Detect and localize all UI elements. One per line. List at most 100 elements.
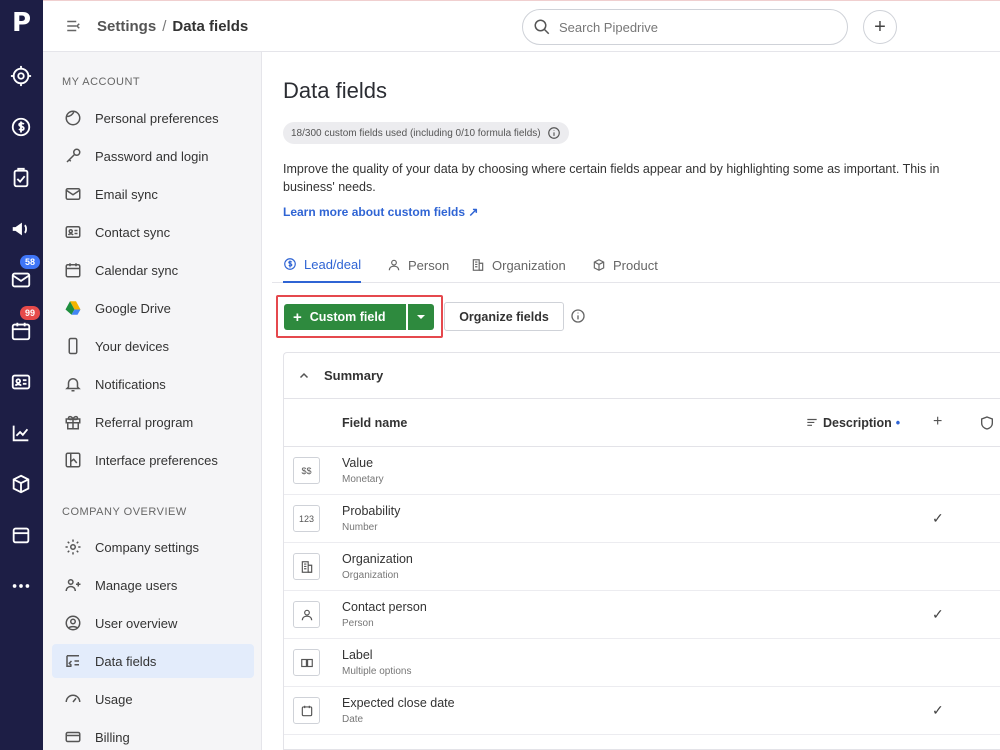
layout-icon [63, 450, 83, 470]
sidebar-item-user-overview[interactable]: User overview [52, 606, 254, 640]
field-type: Multiple options [342, 666, 412, 677]
calendar-badge: 99 [20, 306, 40, 320]
mail-icon[interactable] [7, 266, 35, 294]
button-label: Custom field [309, 310, 386, 324]
sidebar-item-label: Contact sync [95, 224, 171, 240]
sidebar-item-label: Manage users [95, 577, 178, 593]
phone-icon [63, 336, 83, 356]
sidebar-item-label: Google Drive [95, 300, 171, 316]
mail-badge: 58 [20, 255, 40, 269]
breadcrumb: Settings / Data fields [65, 17, 248, 35]
info-icon[interactable] [570, 308, 586, 324]
sidebar-item-company-settings[interactable]: Company settings [52, 530, 254, 564]
chart-icon[interactable] [7, 419, 35, 447]
add-custom-field-button[interactable]: + Custom field [284, 304, 406, 330]
page-title: Data fields [283, 78, 387, 103]
tab-label: Lead/deal [304, 256, 362, 272]
tab-person[interactable]: Person [387, 247, 449, 283]
quick-add-button[interactable]: + [863, 10, 897, 44]
tab-organization[interactable]: Organization [471, 247, 566, 283]
face-icon [63, 108, 83, 128]
table-row[interactable]: Contact person Person ✓ [284, 591, 1000, 639]
summary-section-header[interactable]: Summary [284, 353, 1000, 399]
table-row[interactable]: 123 Probability Number ✓ [284, 495, 1000, 543]
sidebar-item-billing[interactable]: Billing [52, 720, 254, 750]
contact-card-icon [63, 222, 83, 242]
column-field-name[interactable]: Field name [342, 416, 407, 430]
more-icon[interactable] [7, 572, 35, 600]
user-circle-icon [63, 613, 83, 633]
sidebar-item-label: Your devices [95, 338, 169, 354]
text-lines-icon [807, 418, 817, 426]
megaphone-icon[interactable] [7, 215, 35, 243]
section-title: Summary [324, 368, 384, 383]
my-account-title: MY ACCOUNT [62, 76, 141, 88]
collapse-menu-icon[interactable] [65, 17, 83, 35]
clipboard-icon[interactable] [7, 164, 35, 192]
sidebar-item-your-devices[interactable]: Your devices [52, 329, 254, 363]
store-icon[interactable] [7, 521, 35, 549]
table-row[interactable]: Organization Organization [284, 543, 1000, 591]
sidebar-item-password-and-login[interactable]: Password and login [52, 139, 254, 173]
table-row[interactable]: Expected close date Date ✓ [284, 687, 1000, 735]
sidebar-item-referral-program[interactable]: Referral program [52, 405, 254, 439]
field-name: Contact person [342, 600, 427, 614]
tab-product[interactable]: Product [592, 247, 658, 283]
monetary-type-icon: $$ [293, 457, 320, 484]
sidebar-item-label: Usage [95, 691, 133, 707]
description-line-2: business' needs. [283, 180, 376, 194]
field-type: Organization [342, 570, 399, 581]
field-type: Date [342, 714, 364, 725]
add-column-button[interactable]: + [933, 413, 942, 431]
description-marker: • [895, 416, 901, 430]
sidebar-item-data-fields[interactable]: Data fields [52, 644, 254, 678]
field-type: Number [342, 522, 378, 533]
field-type: Monetary [342, 474, 384, 485]
description-line-1: Improve the quality of your data by choo… [283, 162, 940, 176]
pipedrive-logo[interactable]: P [0, 8, 43, 38]
bell-icon [63, 374, 83, 394]
box-icon [593, 259, 605, 271]
company-overview-title: COMPANY OVERVIEW [62, 506, 187, 518]
breadcrumb-settings[interactable]: Settings [97, 18, 156, 35]
organize-fields-button[interactable]: Organize fields [444, 302, 564, 331]
check-icon: ✓ [932, 702, 944, 718]
sidebar-item-manage-users[interactable]: Manage users [52, 568, 254, 602]
column-description[interactable]: Description • [805, 416, 900, 430]
sidebar-item-notifications[interactable]: Notifications [52, 367, 254, 401]
info-icon[interactable] [547, 126, 561, 140]
dollar-icon[interactable] [7, 113, 35, 141]
box-icon[interactable] [7, 470, 35, 498]
sidebar-item-label: User overview [95, 615, 178, 631]
sidebar-item-label: Email sync [95, 186, 158, 202]
table-row[interactable]: $$ Value Monetary [284, 447, 1000, 495]
sidebar-item-google-drive[interactable]: Google Drive [52, 291, 254, 325]
tab-label: Product [613, 257, 658, 273]
learn-more-link[interactable]: Learn more about custom fields ↗ [283, 205, 478, 219]
person-icon [388, 259, 400, 271]
sidebar-item-interface-preferences[interactable]: Interface preferences [52, 443, 254, 477]
custom-field-dropdown-button[interactable] [408, 304, 434, 330]
search-box[interactable] [522, 9, 848, 45]
sidebar-item-email-sync[interactable]: Email sync [52, 177, 254, 211]
google-drive-icon [63, 298, 83, 318]
contacts-icon[interactable] [7, 368, 35, 396]
target-icon[interactable] [7, 62, 35, 90]
shield-icon [981, 416, 993, 430]
gift-icon [63, 412, 83, 432]
field-name: Probability [342, 504, 401, 518]
sidebar-item-contact-sync[interactable]: Contact sync [52, 215, 254, 249]
table-header: Field name Description • + [284, 399, 1000, 447]
sidebar-item-usage[interactable]: Usage [52, 682, 254, 716]
sidebar-item-personal-preferences[interactable]: Personal preferences [52, 101, 254, 135]
calendar-icon[interactable] [7, 317, 35, 345]
check-icon: ✓ [932, 606, 944, 622]
sidebar-item-calendar-sync[interactable]: Calendar sync [52, 253, 254, 287]
plus-icon: + [293, 308, 302, 326]
calendar-icon [293, 697, 320, 724]
gauge-icon [63, 689, 83, 709]
tab-lead-deal[interactable]: Lead/deal [283, 247, 362, 283]
search-input[interactable] [559, 19, 819, 35]
table-row[interactable]: Label Multiple options [284, 639, 1000, 687]
calendar-icon [63, 260, 83, 280]
